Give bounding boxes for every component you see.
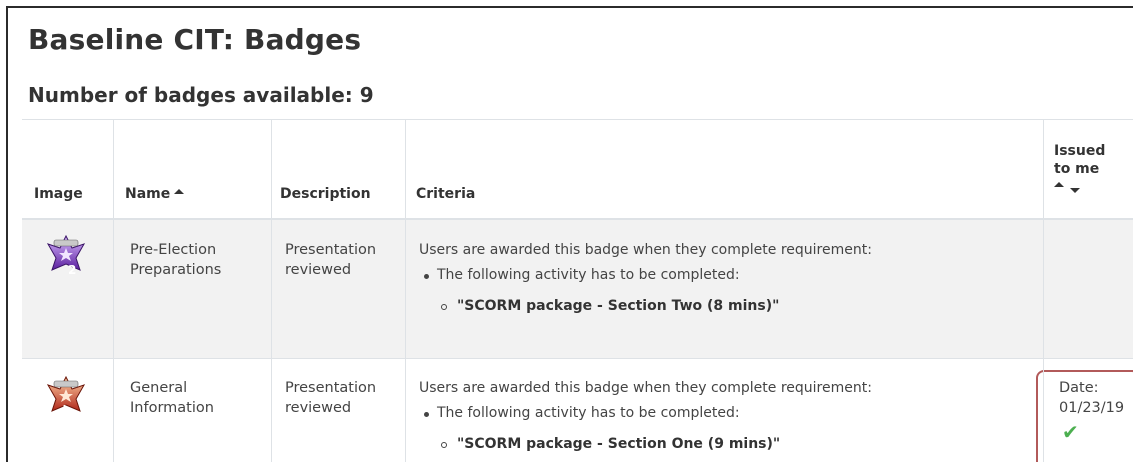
svg-text:2: 2 [68,263,76,276]
badge-criteria: Users are awarded this badge when they c… [419,241,1019,316]
badge-count-heading: Number of badges available: 9 [28,83,374,107]
criteria-activity-link[interactable]: "SCORM package - Section Two (8 mins)" [419,297,1019,316]
column-header-description[interactable]: Description [280,186,371,202]
issued-date: Date: 01/23/19 [1059,380,1125,416]
column-header-criteria: Criteria [416,186,476,202]
column-divider [1043,119,1044,462]
sort-by-description-link[interactable]: Description [280,186,371,202]
checkmark-icon: ✔ [1062,420,1079,444]
table-header-row: Image Name Description Criteria Issued to… [22,119,1133,220]
criteria-activity-link[interactable]: "SCORM package - Section One (9 mins)" [419,435,1019,454]
sort-ascending-icon[interactable] [1054,182,1064,187]
badge-name[interactable]: General Information [130,378,214,418]
column-header-name[interactable]: Name [125,186,185,202]
column-header-image: Image [34,186,83,202]
badge-description: Presentation reviewed [285,242,377,278]
sort-descending-icon[interactable] [1070,188,1080,193]
svg-text:!: ! [62,403,67,416]
red-star-badge-icon: ! [46,375,86,416]
page-title: Baseline CIT: Badges [28,23,362,56]
sort-ascending-icon[interactable] [174,189,185,194]
badge-name[interactable]: Pre-Election Preparations [130,240,221,280]
column-divider [405,119,406,462]
table-row: ! General Information Presentation revie… [22,359,1133,462]
sort-by-name-link[interactable]: Name [125,186,170,202]
purple-star-badge-icon: 2 [46,234,86,276]
badge-criteria: Users are awarded this badge when they c… [419,379,1019,454]
badge-description: Presentation reviewed [285,380,377,416]
badges-page: Baseline CIT: Badges Number of badges av… [6,6,1133,462]
column-divider [113,119,114,462]
table-row: 2 Pre-Election Preparations Presentation… [22,220,1133,359]
column-divider [271,119,272,462]
column-header-issued[interactable]: Issued to me [1054,142,1105,196]
sort-by-issued-link[interactable]: Issued to me [1054,143,1105,177]
